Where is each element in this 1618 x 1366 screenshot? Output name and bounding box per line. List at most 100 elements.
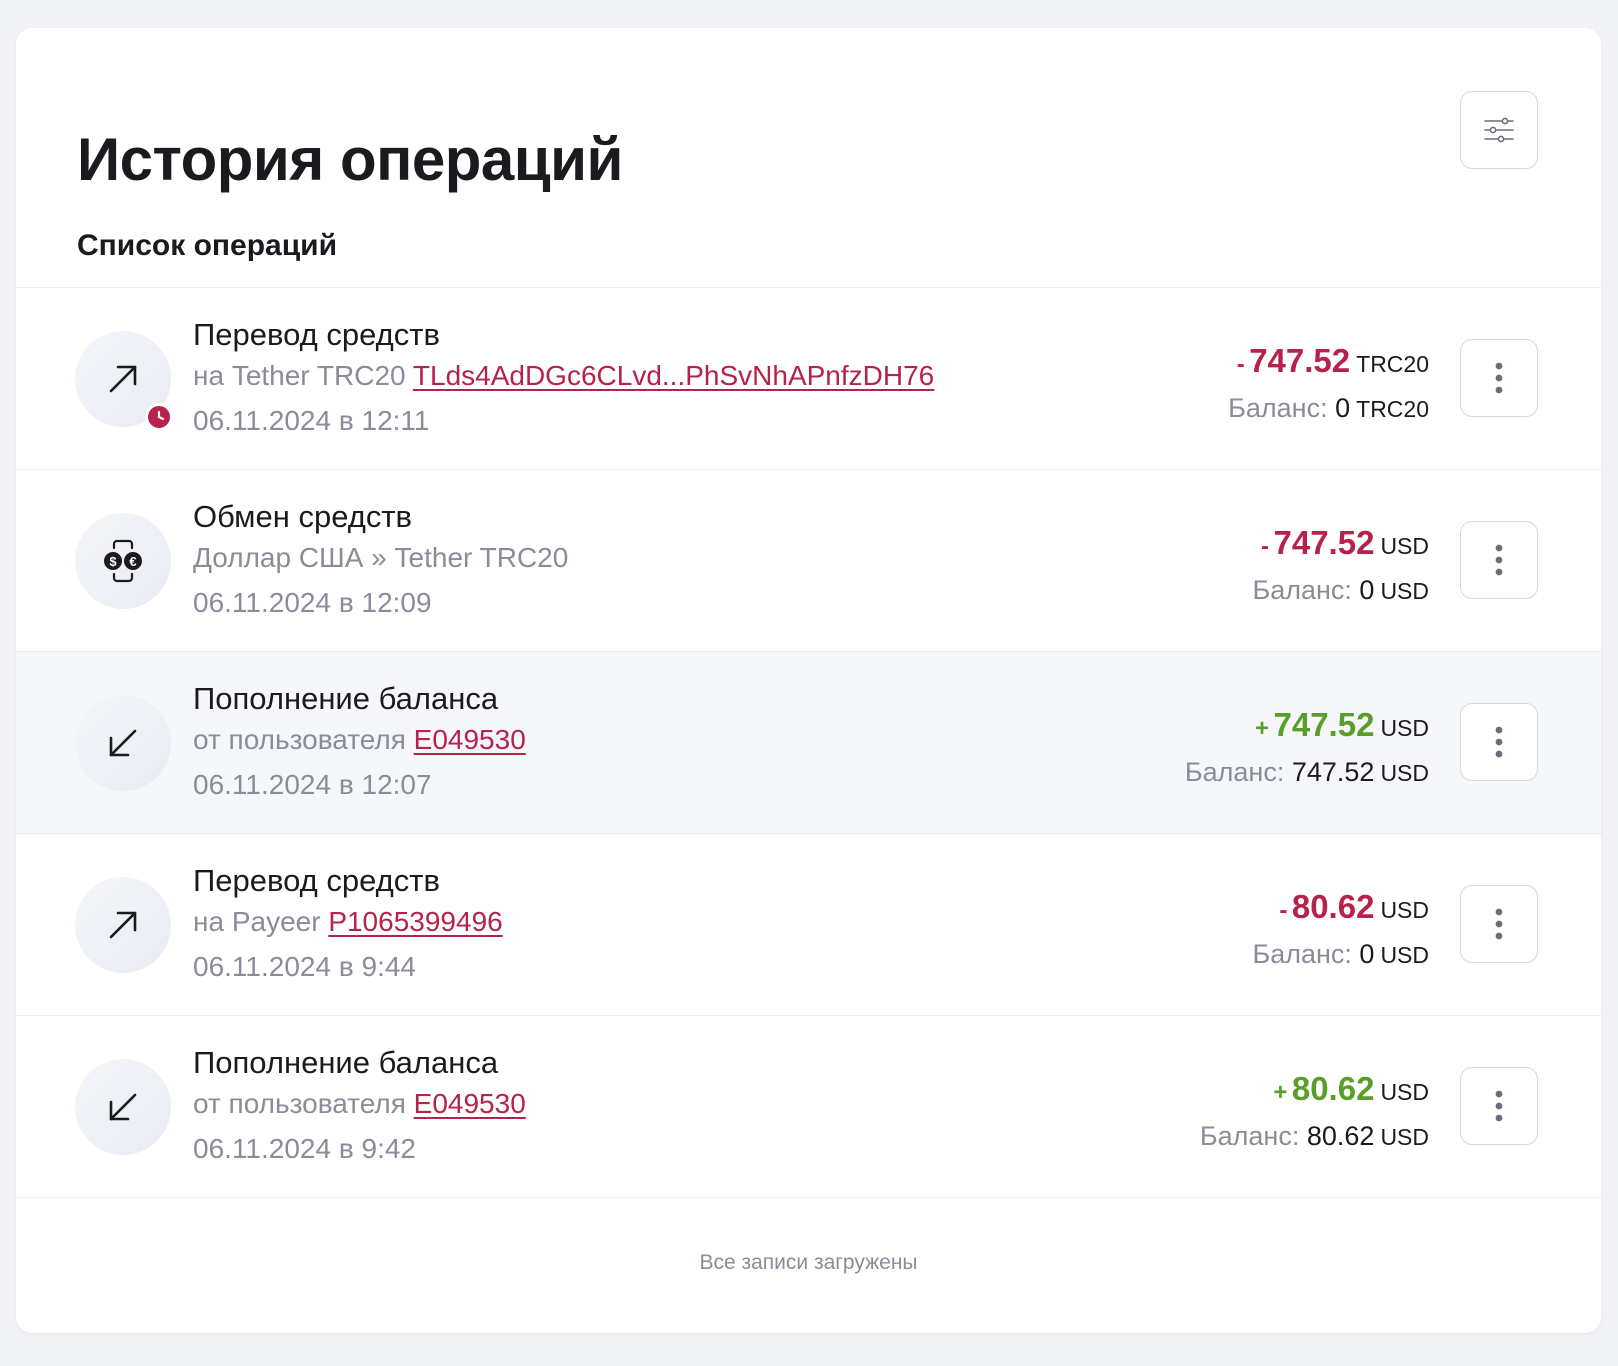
operation-title: Пополнение баланса <box>193 681 499 716</box>
operations-list: Перевод средств на Tether TRC20 TLds4AdD… <box>16 287 1601 1328</box>
operation-subtitle-text: на Payeer <box>193 906 321 937</box>
operation-amount: - 80.62 USD <box>1252 885 1429 936</box>
more-vertical-icon <box>1495 544 1503 576</box>
operation-row[interactable]: Перевод средств на Tether TRC20 TLds4AdD… <box>16 287 1601 469</box>
amount-value: 80.62 <box>1291 888 1375 925</box>
operation-amount: - 747.52 USD <box>1252 521 1429 572</box>
operation-date: 06.11.2024 в 12:07 <box>193 769 432 800</box>
balance-label: Баланс: <box>1228 393 1328 423</box>
operation-date: 06.11.2024 в 9:42 <box>193 1133 416 1164</box>
operation-subtitle: от пользователя E049530 <box>193 1085 526 1123</box>
operation-amounts: - 747.52 TRC20 Баланс: 0 TRC20 <box>1228 339 1429 427</box>
balance-value: 80.62 <box>1306 1121 1375 1151</box>
operation-amount: + 80.62 USD <box>1200 1067 1429 1118</box>
currency-exchange-icon: $ € <box>104 539 142 583</box>
amount-value: 747.52 <box>1249 342 1351 379</box>
balance-currency: USD <box>1380 1124 1429 1150</box>
operation-amounts: + 80.62 USD Баланс: 80.62 USD <box>1200 1067 1429 1155</box>
list-footer: Все записи загружены <box>16 1197 1601 1328</box>
operation-subtitle-text: от пользователя <box>193 724 406 755</box>
operation-amounts: - 80.62 USD Баланс: 0 USD <box>1252 885 1429 973</box>
operation-row[interactable]: Пополнение баланса от пользователя E0495… <box>16 651 1601 833</box>
operation-date: 06.11.2024 в 9:44 <box>193 951 416 982</box>
more-options-button[interactable] <box>1460 339 1538 417</box>
operation-title: Обмен средств <box>193 499 413 534</box>
more-options-button[interactable] <box>1460 521 1538 599</box>
amount-currency: USD <box>1380 533 1429 559</box>
filter-button[interactable] <box>1460 91 1538 169</box>
svg-text:$: $ <box>109 554 117 569</box>
amount-currency: TRC20 <box>1356 351 1429 377</box>
amount-sign: + <box>1273 1079 1288 1106</box>
operation-subtitle: от пользователя E049530 <box>193 721 526 759</box>
more-options-button[interactable] <box>1460 703 1538 781</box>
operation-title: Пополнение баланса <box>193 1045 499 1080</box>
balance-currency: TRC20 <box>1356 396 1429 422</box>
operation-balance: Баланс: 0 TRC20 <box>1228 390 1429 427</box>
balance-currency: USD <box>1380 578 1429 604</box>
amount-currency: USD <box>1380 897 1429 923</box>
operation-row[interactable]: Перевод средств на Payeer P1065399496 06… <box>16 833 1601 1015</box>
operation-balance: Баланс: 0 USD <box>1252 936 1429 973</box>
operation-icon <box>75 331 173 431</box>
more-options-button[interactable] <box>1460 885 1538 963</box>
amount-sign: - <box>1279 897 1288 924</box>
operation-subtitle-text: на Tether TRC20 <box>193 360 406 391</box>
more-vertical-icon <box>1495 908 1503 940</box>
user-id-link[interactable]: E049530 <box>414 724 526 755</box>
operation-subtitle: Доллар США » Tether TRC20 <box>193 539 568 577</box>
balance-label: Баланс: <box>1199 1121 1300 1151</box>
operation-row[interactable]: Пополнение баланса от пользователя E0495… <box>16 1015 1601 1197</box>
operation-balance: Баланс: 80.62 USD <box>1200 1118 1429 1155</box>
balance-value: 747.52 <box>1291 757 1375 787</box>
pending-clock-icon <box>145 403 173 431</box>
page-title: История операций <box>77 126 623 193</box>
operation-icon <box>75 1059 171 1155</box>
amount-sign: - <box>1236 351 1245 378</box>
wallet-address-link[interactable]: TLds4AdDGc6CLvd...PhSvNhAPnfzDH76 <box>413 360 934 391</box>
balance-value: 0 <box>1359 939 1375 969</box>
operation-date: 06.11.2024 в 12:09 <box>193 587 432 618</box>
sliders-icon <box>1484 117 1514 143</box>
operation-subtitle-text: от пользователя <box>193 1088 406 1119</box>
more-vertical-icon <box>1495 1090 1503 1122</box>
balance-label: Баланс: <box>1252 939 1352 969</box>
arrow-down-left-icon <box>109 1093 137 1121</box>
operation-balance: Баланс: 747.52 USD <box>1185 754 1429 791</box>
operation-row[interactable]: $ € Обмен средств Доллар США » Tether TR… <box>16 469 1601 651</box>
operation-icon <box>75 695 171 791</box>
balance-value: 0 <box>1359 575 1375 605</box>
amount-value: 747.52 <box>1273 706 1375 743</box>
user-id-link[interactable]: E049530 <box>414 1088 526 1119</box>
operation-icon <box>75 877 171 973</box>
more-vertical-icon <box>1495 726 1503 758</box>
amount-sign: - <box>1261 533 1270 560</box>
amount-sign: + <box>1255 715 1270 742</box>
balance-label: Баланс: <box>1252 575 1352 605</box>
operation-amount: - 747.52 TRC20 <box>1228 339 1429 390</box>
section-title: Список операций <box>77 229 338 262</box>
balance-label: Баланс: <box>1184 757 1285 787</box>
amount-currency: USD <box>1380 715 1429 741</box>
operation-balance: Баланс: 0 USD <box>1252 572 1429 609</box>
operation-subtitle-text: Доллар США » Tether TRC20 <box>193 542 569 573</box>
operation-subtitle: на Tether TRC20 TLds4AdDGc6CLvd...PhSvNh… <box>193 357 934 395</box>
operation-date: 06.11.2024 в 12:11 <box>193 405 430 436</box>
arrow-up-right-icon <box>109 365 137 393</box>
all-loaded-text: Все записи загружены <box>699 1251 918 1274</box>
operation-amounts: - 747.52 USD Баланс: 0 USD <box>1252 521 1429 609</box>
operation-title: Перевод средств <box>193 863 440 898</box>
operation-amount: + 747.52 USD <box>1185 703 1429 754</box>
operation-title: Перевод средств <box>193 317 440 352</box>
balance-currency: USD <box>1380 942 1429 968</box>
operation-subtitle: на Payeer P1065399496 <box>193 903 503 941</box>
more-options-button[interactable] <box>1460 1067 1538 1145</box>
balance-value: 0 <box>1335 393 1351 423</box>
amount-currency: USD <box>1380 1079 1429 1105</box>
balance-currency: USD <box>1380 760 1429 786</box>
svg-text:€: € <box>129 554 136 569</box>
payeer-account-link[interactable]: P1065399496 <box>328 906 502 937</box>
operation-icon: $ € <box>75 513 171 609</box>
more-vertical-icon <box>1495 362 1503 394</box>
amount-value: 80.62 <box>1291 1070 1375 1107</box>
